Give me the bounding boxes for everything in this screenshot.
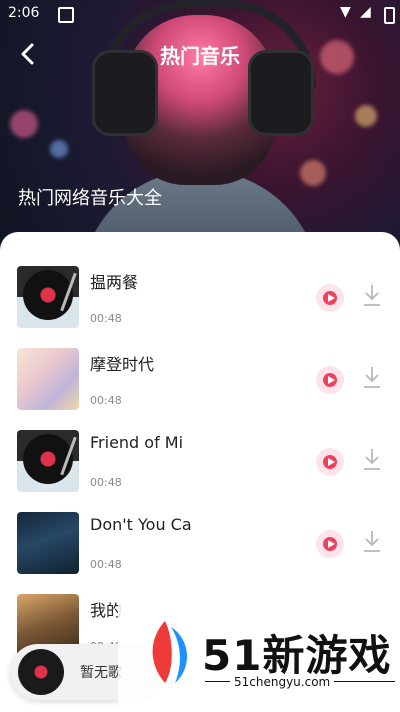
mini-player-label: 暂无歌 xyxy=(80,665,122,681)
status-bar: 2:06 ▼ ◢ xyxy=(0,0,400,28)
play-triangle xyxy=(328,458,335,466)
band-photo-art xyxy=(17,512,79,574)
song-duration: 00:48 xyxy=(90,312,122,325)
play-button[interactable] xyxy=(316,448,344,476)
download-icon[interactable] xyxy=(362,283,382,307)
song-title: Don't You Ca xyxy=(90,515,192,534)
vinyl-disc-icon xyxy=(18,649,64,695)
song-duration: 00:48 xyxy=(90,558,122,571)
header-banner xyxy=(0,0,400,250)
play-triangle xyxy=(328,540,335,548)
page-title: 热门音乐 xyxy=(160,44,240,68)
bokeh-light xyxy=(300,160,326,186)
play-triangle xyxy=(328,376,335,384)
signal-icon: ◢ xyxy=(360,4,371,20)
bokeh-light xyxy=(50,140,68,158)
bokeh-light xyxy=(10,110,38,138)
play-button[interactable] xyxy=(316,366,344,394)
song-duration: 00:48 xyxy=(90,394,122,407)
wifi-icon: ▼ xyxy=(340,4,351,20)
list-item[interactable]: Friend of Mi 00:48 xyxy=(0,430,400,500)
song-duration: 00:48 xyxy=(90,476,122,489)
brand-logo-icon xyxy=(152,621,187,683)
list-item[interactable]: 摩登时代 00:48 xyxy=(0,348,400,418)
battery-icon xyxy=(384,7,395,24)
song-title: 摩登时代 xyxy=(90,355,155,374)
watermark-url: 51chengyu.com xyxy=(230,675,335,689)
play-button[interactable] xyxy=(316,530,344,558)
watermark-brand: 51新游戏 xyxy=(202,631,392,680)
vinyl-art xyxy=(17,266,79,328)
song-title: 揾两餐 xyxy=(90,273,139,292)
download-icon[interactable] xyxy=(362,529,382,553)
list-item[interactable]: Don't You Ca 00:48 xyxy=(0,512,400,582)
vinyl-art xyxy=(17,430,79,492)
status-time: 2:06 xyxy=(8,5,40,21)
download-icon[interactable] xyxy=(362,365,382,389)
illustration-art xyxy=(17,348,79,410)
list-item[interactable]: 揾两餐 00:48 xyxy=(0,266,400,336)
notification-icon xyxy=(58,7,74,23)
download-icon[interactable] xyxy=(362,447,382,471)
play-button[interactable] xyxy=(316,284,344,312)
play-triangle xyxy=(328,294,335,302)
song-title: Friend of Mi xyxy=(90,433,184,452)
page-subtitle: 热门网络音乐大全 xyxy=(18,188,162,209)
bokeh-light xyxy=(355,105,377,127)
